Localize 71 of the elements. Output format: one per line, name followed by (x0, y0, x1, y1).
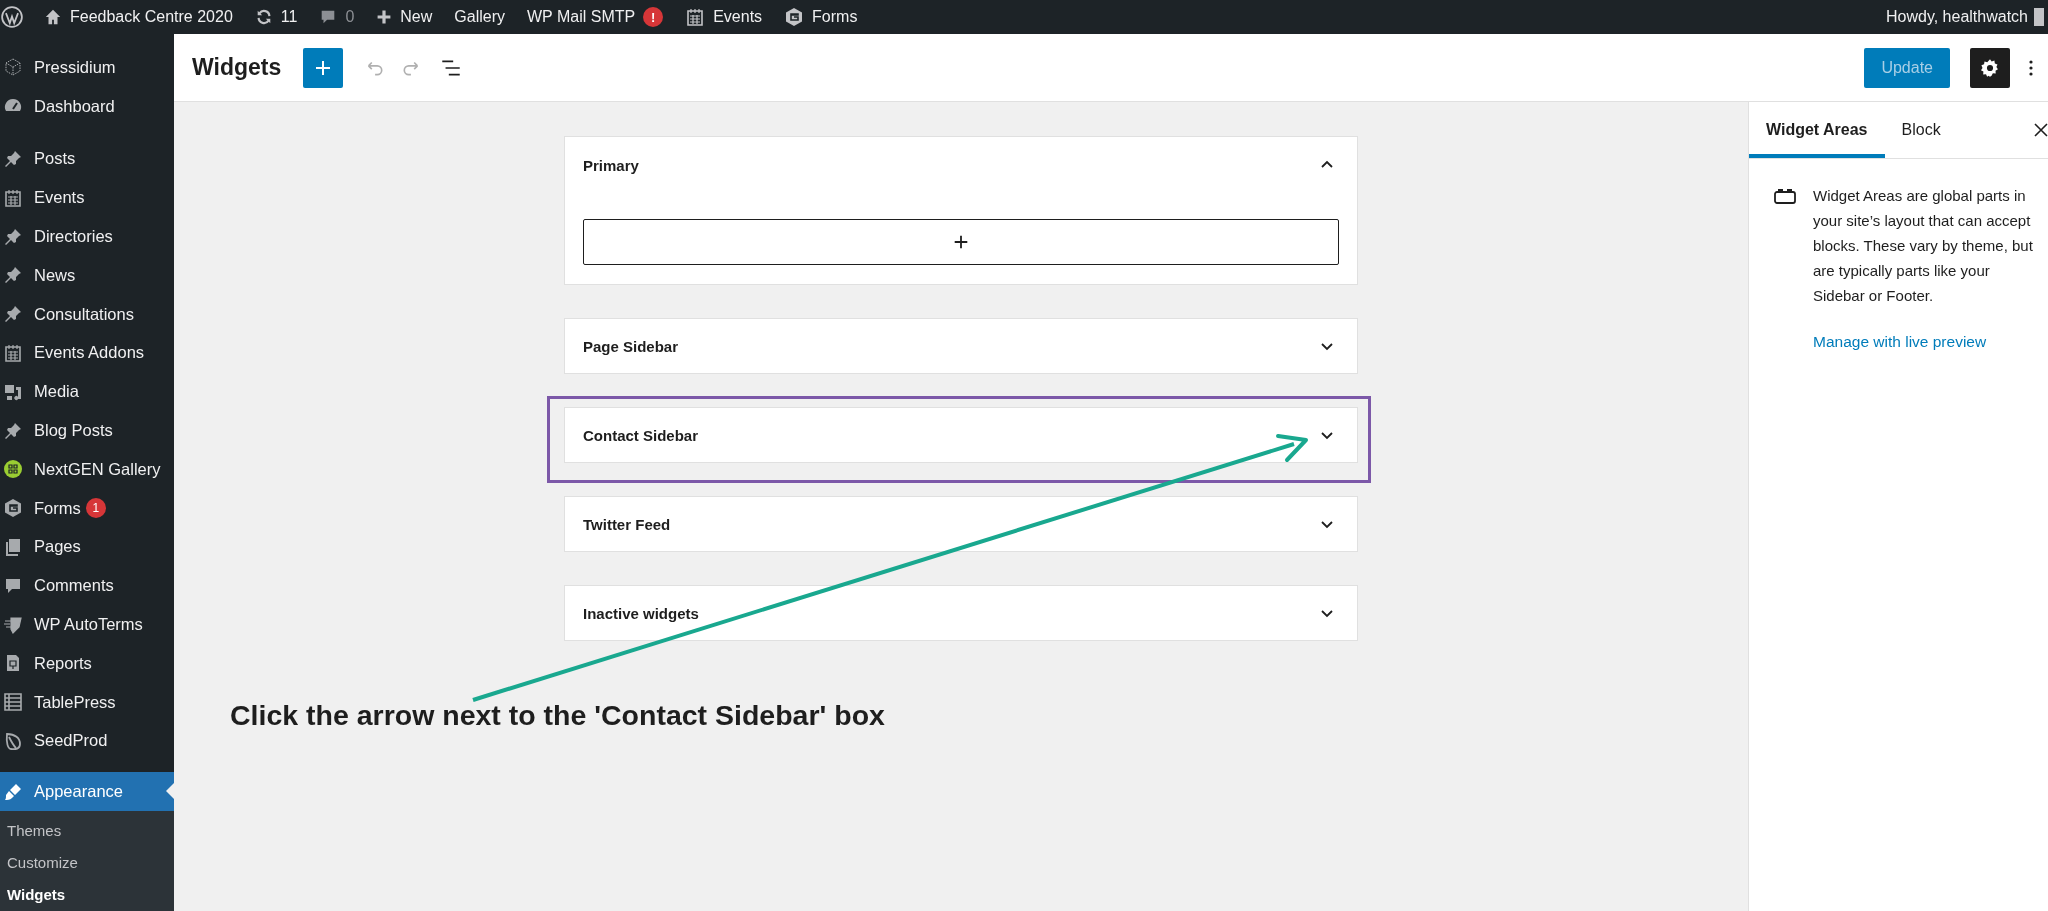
shield-letter-icon (784, 7, 805, 27)
admin-bar-link[interactable]: WP Mail SMTP ! (516, 0, 675, 34)
admin-bar-link[interactable]: Feedback Centre 2020 (33, 0, 244, 34)
admin-bar-link[interactable]: Forms (773, 0, 869, 34)
sidebar-item[interactable]: Reports (0, 643, 174, 683)
pin-icon (3, 420, 23, 441)
pin-icon (3, 265, 23, 286)
page-title: Widgets (192, 54, 282, 81)
block-inserter-button[interactable] (583, 219, 1339, 265)
brush-icon (3, 781, 23, 802)
sidebar-item[interactable]: Pages (0, 527, 174, 567)
pin-icon (3, 149, 23, 169)
widget-area-title: Page Sidebar (583, 337, 679, 355)
alert-badge: ! (643, 7, 664, 27)
calendar-icon (3, 342, 23, 363)
panel-tab[interactable]: Block (1884, 102, 1958, 158)
sidebar-item[interactable]: News (0, 256, 174, 295)
close-icon[interactable] (2034, 123, 2048, 137)
submenu-item[interactable]: Themes (0, 821, 174, 841)
shield-icon (3, 614, 23, 635)
instruction-text: Click the arrow next to the 'Contact Sidebar' box (230, 699, 885, 732)
submenu-item[interactable]: Widgets (0, 885, 174, 905)
shield-letter-icon (3, 498, 23, 519)
pin-icon (3, 304, 23, 325)
panel-description: Widget Areas are global parts in your site’s layout that can accept blocks. These vary by theme, but are typically parts like your Sidebar or Footer. (1813, 186, 2034, 306)
sidebar-item[interactable]: Blog Posts (0, 411, 174, 450)
sidebar-item[interactable]: WP AutoTerms (0, 605, 174, 644)
widget-area-title: Contact Sidebar (583, 426, 699, 444)
submenu-item[interactable]: Customize (0, 853, 174, 873)
live-preview-link[interactable]: Manage with live preview (1813, 333, 2040, 351)
count-badge: 1 (85, 498, 106, 519)
leaf-icon (3, 730, 23, 751)
wordpress-logo-icon[interactable] (1, 6, 23, 28)
admin-bar-link[interactable]: Gallery (443, 0, 516, 34)
panel-tab[interactable]: Widget Areas (1749, 102, 1885, 158)
widget-area-title: Twitter Feed (583, 515, 671, 533)
widget-area-title: Primary (583, 156, 639, 174)
sidebar-item[interactable]: Consultations (0, 294, 174, 334)
pin-icon (3, 226, 23, 247)
grid-badge-icon (3, 459, 23, 480)
plus-icon (952, 233, 970, 251)
avatar-icon (2034, 8, 2044, 26)
sidebar-item[interactable]: Dashboard (0, 86, 174, 126)
settings-button[interactable] (1970, 47, 2010, 88)
calendar-icon (3, 187, 23, 208)
cube-icon (3, 57, 23, 78)
admin-bar-link[interactable]: New (365, 0, 444, 34)
sidebar-item[interactable]: Posts (0, 139, 174, 179)
add-block-button[interactable] (303, 47, 344, 88)
account-link[interactable]: Howdy, healthwatch (1875, 0, 2034, 34)
sidebar-item[interactable]: Media (0, 372, 174, 412)
pages-icon (3, 536, 23, 557)
sidebar-item[interactable]: Comments (0, 566, 174, 606)
sidebar-item[interactable]: Events Addons (0, 333, 174, 373)
sidebar-item[interactable]: Directories (0, 217, 174, 256)
sidebar-item[interactable]: Appearance (0, 772, 174, 812)
sidebar-item[interactable]: Pressidium (0, 48, 174, 87)
sidebar-item[interactable]: Forms 1 (0, 488, 174, 528)
sidebar-item[interactable]: SeedProd (0, 721, 174, 761)
home-icon (44, 8, 62, 26)
calendar-icon (685, 7, 706, 27)
admin-bar-link[interactable]: 11 (243, 0, 309, 34)
plus-icon (376, 9, 393, 25)
sidebar-item[interactable]: NextGEN Gallery (0, 449, 174, 489)
sidebar-item[interactable]: Events (0, 178, 174, 218)
widget-area-title: Inactive widgets (583, 604, 699, 622)
widget-area-icon (1774, 188, 1796, 204)
table-icon (3, 692, 23, 713)
admin-bar-link[interactable]: 0 (308, 0, 366, 34)
sidebar-item[interactable]: TablePress (0, 682, 174, 722)
admin-bar-link[interactable]: Events (674, 0, 774, 34)
